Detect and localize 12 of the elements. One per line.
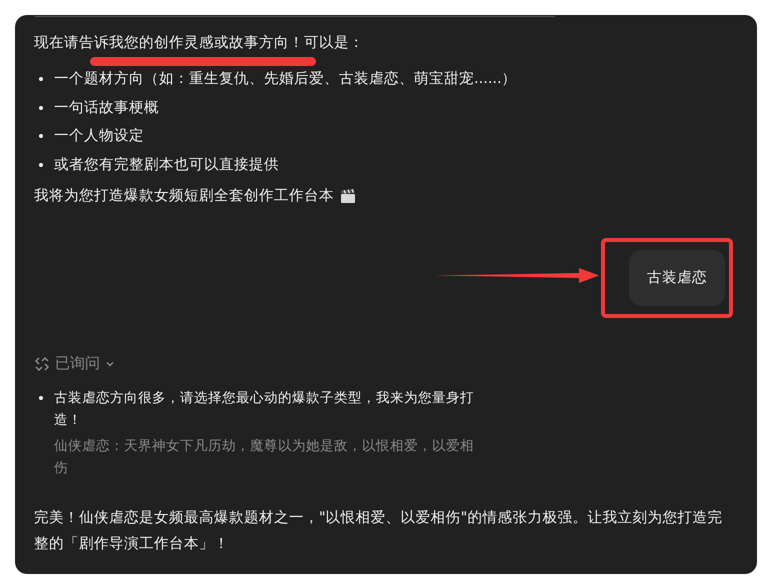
answer-text: 仙侠虐恋：天界神女下凡历劫，魔尊以为她是敌，以恨相爱，以爱相伤 [53, 437, 475, 478]
list-item-text: 或者您有完整剧本也可以直接提供 [54, 156, 279, 174]
list-item-text: 一个人物设定 [54, 126, 144, 146]
message-text: 我将为您打造爆款女频短剧全套创作工作台本 [34, 187, 334, 206]
message-text: 现在请告诉我您的创作灵感或故事方向！可以是： [34, 35, 364, 51]
clapperboard-icon [340, 188, 356, 204]
user-message: 古装虐恋 [647, 270, 707, 286]
list-item-text: 一句话故事梗概 [54, 98, 159, 118]
question-text: 古装虐恋方向很多，请选择您最心动的爆款子类型，我来为您量身打造！ [54, 389, 475, 430]
asked-toggle[interactable]: 已询问 [34, 354, 115, 373]
list-item-text: 一个题材方向（如：重生复仇、先婚后爱、古装虐恋、萌宝甜宠......） [54, 70, 517, 89]
message-text: 完美！仙侠虐恋是女频最高爆款题材之一，"以恨相爱、以爱相伤"的情感张力极强。让我立刻为您打造完整的「剧作导演工作台本」！ [34, 508, 724, 554]
